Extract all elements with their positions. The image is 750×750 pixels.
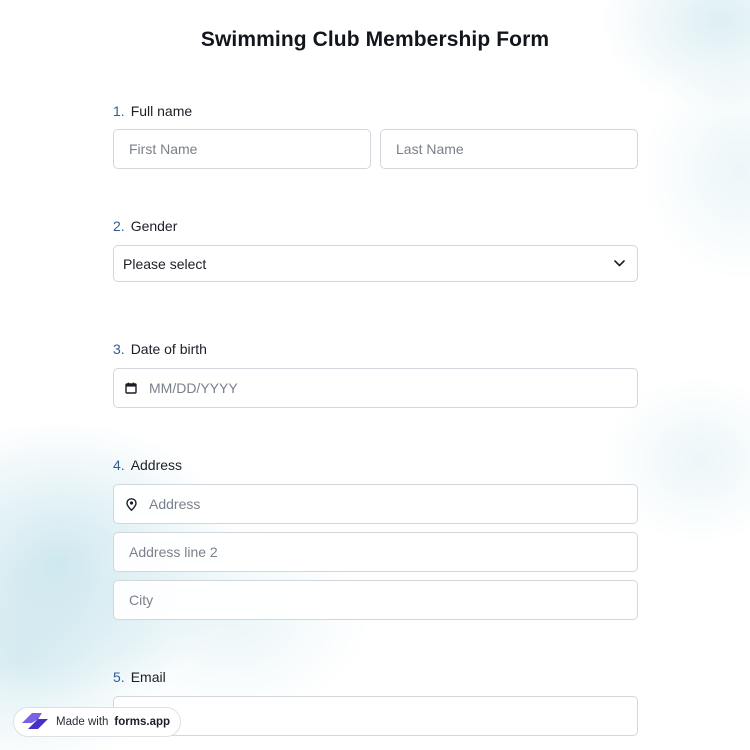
- question-number: 3.: [113, 341, 125, 357]
- map-pin-icon: [124, 497, 138, 511]
- made-with-text: Made with: [56, 716, 109, 728]
- email-input[interactable]: [113, 696, 638, 736]
- question-text: Email: [130, 669, 166, 685]
- question-text: Gender: [130, 218, 178, 234]
- city-placeholder: City: [129, 592, 154, 608]
- gender-select[interactable]: Please select: [113, 245, 638, 282]
- forms-app-logo-icon: [20, 709, 50, 736]
- first-name-input[interactable]: First Name: [113, 129, 371, 169]
- made-with-forms-app-badge[interactable]: Made with forms.app: [13, 707, 182, 737]
- question-gender-label: 2. Gender: [113, 218, 177, 234]
- question-address-label: 4. Address: [113, 457, 182, 473]
- last-name-placeholder: Last Name: [396, 141, 464, 157]
- question-text: Address: [130, 457, 183, 473]
- question-full-name-label: 1. Full name: [113, 103, 192, 119]
- question-email-label: 5. Email: [113, 669, 166, 685]
- address-input[interactable]: Address: [113, 484, 638, 524]
- form-title: Swimming Club Membership Form: [200, 28, 550, 51]
- brand-name: forms.app: [114, 716, 171, 728]
- question-dob-label: 3. Date of birth: [113, 341, 207, 357]
- date-of-birth-input[interactable]: MM/DD/YYYY: [113, 368, 638, 408]
- first-name-placeholder: First Name: [129, 141, 198, 157]
- last-name-input[interactable]: Last Name: [380, 129, 638, 169]
- question-number: 4.: [113, 457, 125, 473]
- date-of-birth-placeholder: MM/DD/YYYY: [149, 380, 238, 396]
- address-line-2-placeholder: Address line 2: [129, 544, 218, 560]
- chevron-down-icon: [614, 260, 625, 267]
- city-input[interactable]: City: [113, 580, 638, 620]
- calendar-icon: [124, 381, 138, 395]
- question-number: 5.: [113, 669, 125, 685]
- gender-select-value: Please select: [123, 255, 207, 272]
- address-placeholder: Address: [149, 496, 201, 512]
- question-text: Full name: [130, 103, 193, 119]
- question-text: Date of birth: [130, 341, 207, 357]
- question-number: 2.: [113, 218, 125, 234]
- question-number: 1.: [113, 103, 125, 119]
- address-line-2-input[interactable]: Address line 2: [113, 532, 638, 572]
